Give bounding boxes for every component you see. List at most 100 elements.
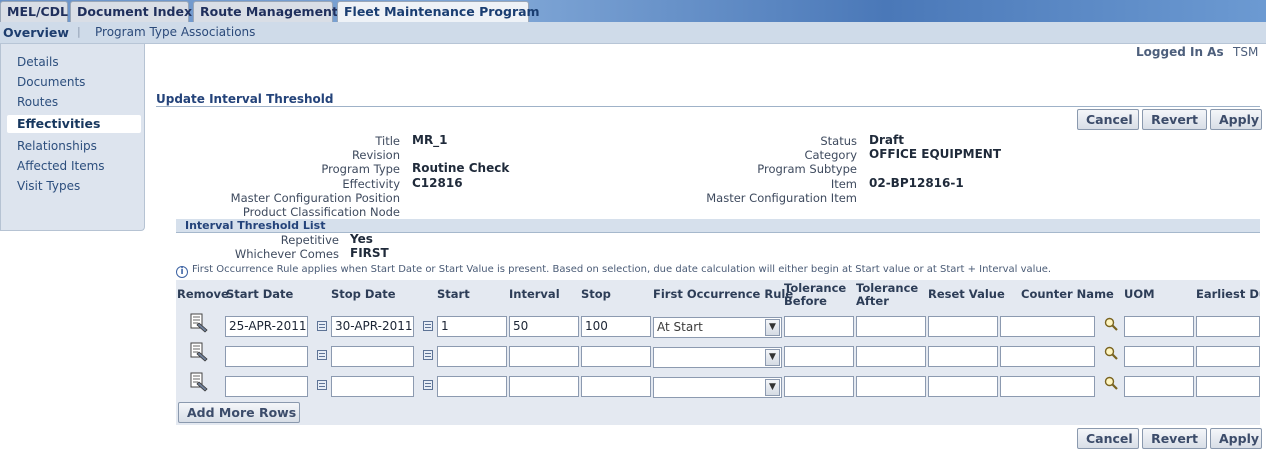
program-type-value: Routine Check	[412, 161, 510, 175]
add-more-rows-button[interactable]: Add More Rows	[178, 402, 300, 423]
col-earliest-due: Earliest Due	[1196, 288, 1260, 300]
reset-value-input[interactable]	[928, 316, 998, 337]
sidebar-item-visit-types[interactable]: Visit Types	[17, 179, 80, 193]
info-text: First Occurrence Rule applies when Start…	[192, 264, 1052, 275]
col-reset-value: Reset Value	[928, 287, 1005, 301]
stop-date-input[interactable]	[331, 346, 414, 367]
start-input[interactable]	[437, 376, 507, 397]
calendar-icon[interactable]	[317, 380, 327, 390]
calendar-icon[interactable]	[423, 321, 433, 331]
title-divider	[156, 106, 1260, 107]
tolerance-before-input[interactable]	[784, 376, 854, 397]
tab-fleet-maintenance-program[interactable]: Fleet Maintenance Program	[337, 1, 540, 22]
revert-button-top[interactable]: Revert	[1142, 109, 1207, 130]
col-interval: Interval	[509, 287, 560, 301]
search-icon[interactable]	[1104, 317, 1118, 331]
tolerance-before-input[interactable]	[784, 316, 854, 337]
stop-input[interactable]	[581, 376, 651, 397]
top-tab-bar: MEL/CDL Document Index Route Management …	[0, 0, 1266, 22]
sidebar-item-documents[interactable]: Documents	[17, 75, 85, 89]
counter-name-input[interactable]	[1000, 376, 1095, 397]
tolerance-before-input[interactable]	[784, 346, 854, 367]
tolerance-after-input[interactable]	[856, 376, 926, 397]
title-value: MR_1	[412, 133, 448, 147]
master-config-position-label: Master Configuration Position	[230, 191, 400, 205]
first-occurrence-value: At Start	[657, 320, 703, 334]
search-icon[interactable]	[1104, 376, 1118, 390]
start-input[interactable]: 1	[437, 316, 507, 337]
uom-input[interactable]	[1124, 346, 1194, 367]
start-date-input[interactable]	[225, 346, 308, 367]
whichever-comes-label: Whichever Comes	[234, 247, 339, 261]
title-label: Title	[375, 134, 400, 148]
col-first-occurrence-rule: First Occurrence Rule	[653, 287, 794, 301]
tab-mel-cdl[interactable]: MEL/CDL	[0, 1, 68, 22]
master-config-item-label: Master Configuration Item	[706, 191, 857, 205]
repetitive-label: Repetitive	[280, 233, 339, 247]
revert-button-bottom[interactable]: Revert	[1142, 428, 1207, 449]
first-occurrence-select[interactable]: ▼	[653, 377, 782, 398]
remove-row-icon[interactable]	[188, 312, 208, 334]
apply-button-top[interactable]: Apply	[1210, 109, 1262, 130]
logged-in-label: Logged In As	[1136, 45, 1224, 59]
uom-input[interactable]	[1124, 316, 1194, 337]
category-label: Category	[804, 148, 857, 162]
uom-input[interactable]	[1124, 376, 1194, 397]
info-icon: i	[176, 266, 188, 278]
sidebar-item-details[interactable]: Details	[17, 55, 59, 69]
col-tolerance-after-1: Tolerance	[856, 281, 919, 295]
cancel-button-top[interactable]: Cancel	[1077, 109, 1139, 130]
col-tolerance-after-2: After	[856, 294, 889, 308]
calendar-icon[interactable]	[423, 350, 433, 360]
start-date-input[interactable]: 25-APR-2011	[225, 316, 308, 337]
subtab-overview[interactable]: Overview	[3, 25, 69, 40]
category-value: OFFICE EQUIPMENT	[869, 147, 1002, 161]
chevron-down-icon: ▼	[765, 379, 780, 396]
earliest-due-input[interactable]	[1196, 316, 1260, 337]
tolerance-after-input[interactable]	[856, 346, 926, 367]
start-input[interactable]	[437, 346, 507, 367]
first-occurrence-select[interactable]: At Start ▼	[653, 317, 782, 338]
calendar-icon[interactable]	[423, 380, 433, 390]
tab-document-index[interactable]: Document Index	[70, 1, 192, 22]
counter-name-input[interactable]	[1000, 346, 1095, 367]
subtab-program-type-associations[interactable]: Program Type Associations	[95, 25, 255, 39]
tolerance-after-input[interactable]	[856, 316, 926, 337]
earliest-due-input[interactable]	[1196, 346, 1260, 367]
repetitive-value: Yes	[350, 232, 373, 246]
sidebar-item-effectivities[interactable]: Effectivities	[17, 116, 100, 131]
chevron-down-icon: ▼	[765, 319, 780, 336]
interval-input[interactable]	[509, 346, 579, 367]
remove-row-icon[interactable]	[188, 371, 208, 393]
cancel-button-bottom[interactable]: Cancel	[1077, 428, 1139, 449]
revision-label: Revision	[351, 148, 400, 162]
calendar-icon[interactable]	[317, 350, 327, 360]
start-date-input[interactable]	[225, 376, 308, 397]
interval-input[interactable]: 50	[509, 316, 579, 337]
col-start: Start	[437, 287, 470, 301]
counter-name-input[interactable]	[1000, 316, 1095, 337]
search-icon[interactable]	[1104, 346, 1118, 360]
earliest-due-input[interactable]	[1196, 376, 1260, 397]
stop-date-input[interactable]	[331, 376, 414, 397]
item-value: 02-BP12816-1	[869, 176, 964, 190]
effectivity-value: C12816	[412, 176, 463, 190]
remove-row-icon[interactable]	[188, 341, 208, 363]
product-classification-label: Product Classification Node	[242, 205, 400, 219]
first-occurrence-select[interactable]: ▼	[653, 347, 782, 368]
sidebar-item-affected-items[interactable]: Affected Items	[17, 159, 105, 173]
reset-value-input[interactable]	[928, 346, 998, 367]
calendar-icon[interactable]	[317, 321, 327, 331]
sidebar-item-routes[interactable]: Routes	[17, 95, 58, 109]
stop-input[interactable]: 100	[581, 316, 651, 337]
sidebar-item-relationships[interactable]: Relationships	[17, 139, 97, 153]
reset-value-input[interactable]	[928, 376, 998, 397]
stop-input[interactable]	[581, 346, 651, 367]
stop-date-input[interactable]: 30-APR-2011	[331, 316, 414, 337]
interval-input[interactable]	[509, 376, 579, 397]
tab-route-management[interactable]: Route Management	[193, 1, 338, 22]
effectivity-label: Effectivity	[342, 177, 400, 191]
col-counter-name: Counter Name	[1021, 287, 1114, 301]
program-type-label: Program Type	[321, 162, 400, 176]
apply-button-bottom[interactable]: Apply	[1210, 428, 1262, 449]
